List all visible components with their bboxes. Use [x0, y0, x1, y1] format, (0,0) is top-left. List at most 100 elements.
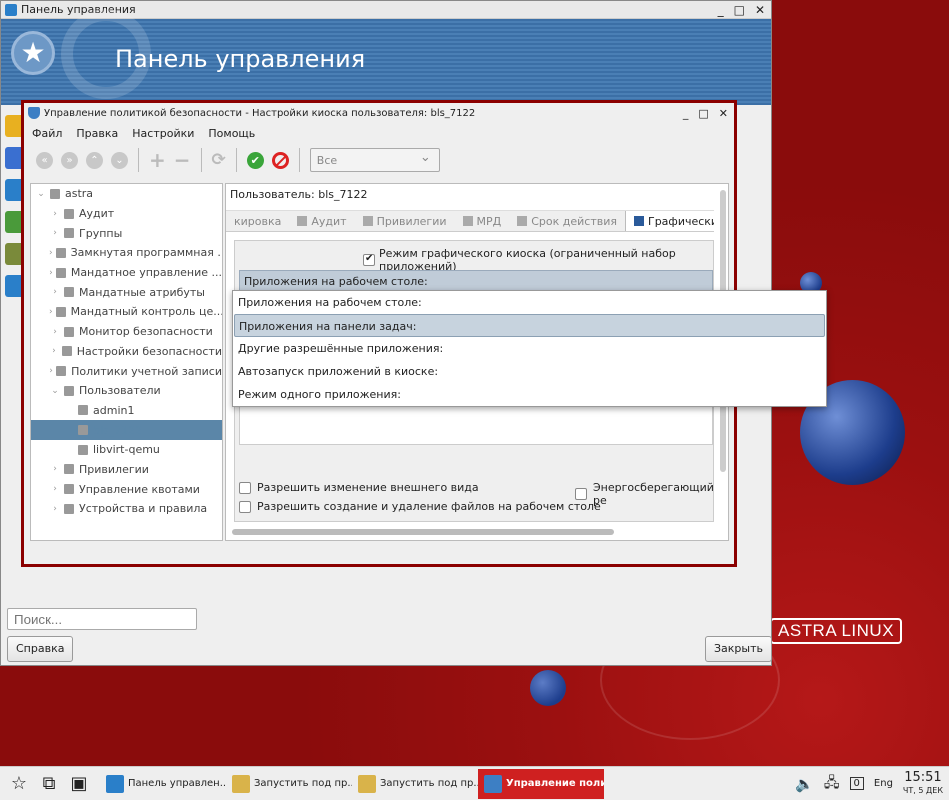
tree-item[interactable]: ⌄ Пользователи [31, 381, 222, 401]
app-category-combo[interactable]: Приложения на рабочем столе: [239, 270, 713, 292]
run-as-task-icon [232, 774, 250, 793]
allow-appearance-option[interactable]: Разрешить изменение внешнего вида [239, 481, 479, 494]
chevron-down-icon[interactable]: ⌄ [49, 386, 61, 396]
tab-expiry[interactable]: Срок действия [509, 215, 625, 228]
menu-file[interactable]: Файл [32, 127, 62, 140]
tree-item-label: Группы [79, 226, 123, 240]
close-panel-button[interactable]: Закрыть [705, 636, 772, 662]
refresh-icon[interactable]: ⟳ [212, 151, 226, 169]
chevron-right-icon[interactable]: › [49, 287, 61, 297]
tree-item[interactable]: › Устройства и правила [31, 499, 222, 519]
tree-item[interactable]: › Мандатные атрибуты [31, 282, 222, 302]
tree-item[interactable]: › Аудит [31, 204, 222, 224]
category-icon [55, 267, 66, 278]
toolbar-separator [200, 148, 202, 172]
notification-badge[interactable]: 0 [849, 777, 864, 790]
first-icon[interactable]: « [36, 151, 53, 169]
up-icon[interactable]: ⌃ [86, 151, 103, 169]
dialog-close-button[interactable]: ✕ [719, 107, 728, 120]
horizontal-scrollbar[interactable] [232, 529, 614, 535]
shield-task-icon [484, 774, 502, 793]
down-icon[interactable]: ⌄ [111, 151, 128, 169]
screen-icon[interactable]: ▣ [68, 773, 90, 795]
category-icon [61, 346, 72, 357]
task-security-policy[interactable]: Управление поли... [478, 768, 604, 799]
tree-item[interactable]: › Управление квотами [31, 479, 222, 499]
dropdown-item[interactable]: Режим одного приложения: [234, 383, 825, 406]
clock[interactable]: 15:51 ЧТ, 5 ДЕК [903, 771, 943, 796]
menu-settings[interactable]: Настройки [132, 127, 194, 140]
shield-icon [28, 107, 40, 119]
tree-item[interactable]: › Мандатный контроль це... [31, 302, 222, 322]
maximize-button[interactable]: □ [734, 3, 745, 17]
dropdown-item[interactable]: Приложения на панели задач: [234, 314, 825, 337]
start-menu-star-icon[interactable]: ☆ [8, 773, 30, 795]
chevron-right-icon[interactable]: › [49, 209, 61, 219]
chevron-right-icon[interactable]: › [49, 464, 61, 474]
energy-saving-checkbox[interactable] [575, 488, 587, 500]
tab-mrd[interactable]: МРД [455, 215, 510, 228]
search-input[interactable] [7, 608, 197, 630]
kiosk-icon [633, 216, 644, 226]
dropdown-item[interactable]: Автозапуск приложений в киоске: [234, 360, 825, 383]
task-run-as-1[interactable]: Запустить под пр... [226, 769, 352, 799]
menu-edit[interactable]: Правка [76, 127, 118, 140]
tree-item[interactable]: › Настройки безопасности [31, 342, 222, 362]
chevron-right-icon[interactable]: › [49, 248, 53, 258]
task-label: Панель управлен... [128, 778, 226, 789]
dialog-maximize-button[interactable]: □ [698, 107, 708, 120]
chevron-down-icon[interactable]: ⌄ [35, 189, 47, 199]
chevron-right-icon[interactable]: › [49, 228, 61, 238]
language-indicator[interactable]: Eng [874, 778, 893, 789]
add-icon[interactable]: + [149, 150, 166, 170]
tree-item[interactable]: › Группы [31, 223, 222, 243]
task-control-panel[interactable]: Панель управлен... [100, 769, 226, 799]
tab-lock[interactable]: кировка [226, 215, 289, 228]
tree-item[interactable]: › Мандатное управление ... [31, 263, 222, 283]
desktops-icon[interactable]: ⧉ [38, 773, 60, 795]
tree-item[interactable]: bls_7122 [31, 420, 222, 440]
tree-item-label: Политики учетной записи [71, 364, 222, 378]
chevron-right-icon[interactable]: › [49, 504, 61, 514]
kiosk-mode-checkbox[interactable] [363, 253, 375, 266]
network-icon[interactable]: 🖧 [824, 772, 840, 796]
chevron-right-icon[interactable]: › [49, 484, 61, 494]
chevron-right-icon[interactable]: › [49, 366, 53, 376]
filter-select[interactable]: Все [309, 148, 440, 172]
menu-help[interactable]: Помощь [208, 127, 255, 140]
tree-item[interactable]: › Замкнутая программная ... [31, 243, 222, 263]
chevron-right-icon[interactable]: › [49, 307, 53, 317]
category-icon [64, 484, 74, 495]
tree-item[interactable]: › Монитор безопасности [31, 322, 222, 342]
tree-item[interactable]: libvirt-qemu [31, 440, 222, 460]
allow-files-option[interactable]: Разрешить создание и удаление файлов на … [239, 500, 601, 513]
dialog-minimize-button[interactable]: _ [683, 107, 689, 120]
tree-item[interactable]: › Политики учетной записи [31, 361, 222, 381]
clock-date: ЧТ, 5 ДЕК [902, 786, 943, 795]
volume-icon[interactable]: 🔈 [795, 775, 814, 793]
remove-icon[interactable]: − [174, 150, 191, 170]
chevron-right-icon[interactable]: › [49, 346, 59, 356]
chevron-right-icon[interactable]: › [49, 268, 53, 278]
apply-icon[interactable]: ✔ [246, 151, 264, 169]
cancel-icon[interactable] [271, 151, 289, 169]
allow-files-checkbox[interactable] [239, 500, 251, 513]
tab-graphic-kiosk[interactable]: Графический кио [624, 211, 714, 231]
task-label: Управление поли... [506, 778, 604, 789]
category-icon [64, 326, 74, 337]
help-button[interactable]: Справка [7, 636, 74, 662]
tab-audit[interactable]: Аудит [289, 215, 354, 228]
tree-item[interactable]: ⌄ astra [31, 184, 222, 204]
dropdown-item[interactable]: Другие разрешённые приложения: [234, 337, 825, 360]
tree-item[interactable]: admin1 [31, 401, 222, 421]
minimize-button[interactable]: _ [718, 3, 724, 17]
dropdown-item[interactable]: Приложения на рабочем столе: [234, 291, 825, 314]
chevron-right-icon[interactable]: › [49, 327, 61, 337]
close-button[interactable]: ✕ [755, 3, 765, 17]
allow-appearance-checkbox[interactable] [239, 481, 251, 494]
tab-privileges[interactable]: Привилегии [355, 215, 455, 228]
tree-item[interactable]: › Привилегии [31, 460, 222, 480]
last-icon[interactable]: » [61, 151, 78, 169]
task-run-as-2[interactable]: Запустить под пр... [352, 769, 478, 799]
mrd-icon [462, 216, 473, 226]
